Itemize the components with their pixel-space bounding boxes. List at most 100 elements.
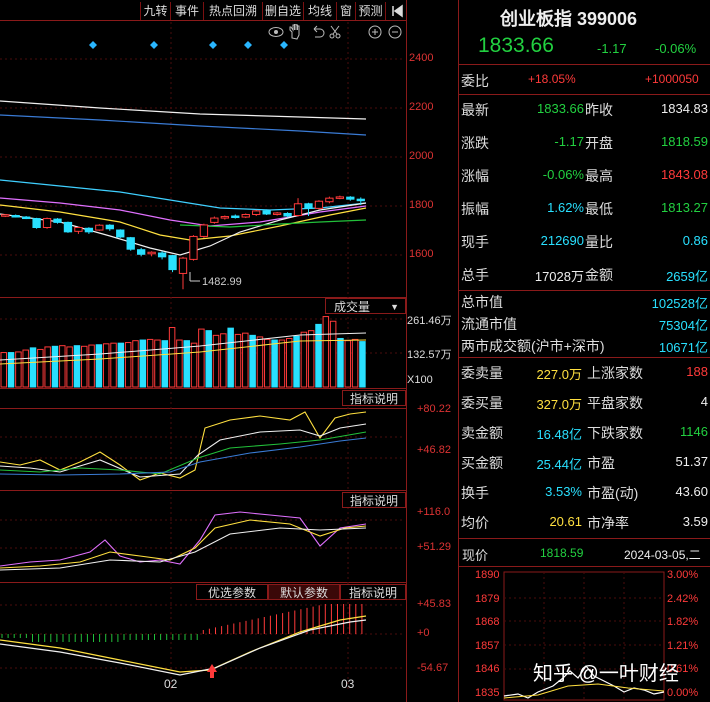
quote-label: 最高	[585, 168, 613, 184]
order-value: 188	[686, 364, 708, 379]
candle-body	[241, 213, 250, 218]
order-value: 3.59	[682, 514, 708, 529]
x-tick: 03	[341, 677, 355, 691]
volume-bar	[117, 342, 125, 388]
candle-body	[220, 216, 229, 219]
volume-bar	[285, 337, 293, 388]
quote-value: -0.06%	[542, 167, 584, 182]
ind3-tick: -54.67	[417, 662, 449, 674]
volume-bar	[190, 342, 198, 388]
volume-bar	[249, 334, 256, 388]
candle-body	[283, 212, 292, 217]
quote-value: 2659亿	[666, 269, 708, 284]
volume-bar	[15, 351, 22, 388]
candle-body	[32, 218, 41, 228]
volume-unit: X100	[407, 374, 433, 386]
optimal-params-button[interactable]: 优选参数	[196, 584, 268, 600]
mini-right-tick: 0.00%	[667, 686, 699, 699]
quote-label: 涨幅	[461, 168, 489, 184]
order-label: 卖金额	[461, 425, 503, 441]
volume-bar	[293, 335, 300, 388]
ind2-tick: +116.0	[417, 506, 451, 518]
price-change: -1.17	[597, 41, 627, 56]
order-value: 227.0万	[536, 367, 582, 382]
chevron-down-icon: ▼	[390, 302, 399, 312]
security-title: 创业板指 399006	[500, 9, 638, 29]
volume-bar	[278, 339, 286, 388]
y-tick: 1600	[409, 248, 434, 260]
indicator2-help-button[interactable]: 指标说明	[342, 492, 406, 508]
ma-line-10	[0, 202, 367, 256]
volume-bar	[307, 330, 315, 388]
market-value-label: 流通市值	[461, 316, 517, 332]
ind2-tick: +51.29	[417, 541, 451, 553]
candle-body	[252, 210, 261, 215]
volume-bar	[154, 339, 161, 388]
quote-value: 1833.66	[537, 101, 584, 116]
volume-bar	[37, 348, 44, 388]
volume-bar	[66, 346, 73, 388]
volume-bar	[227, 327, 234, 388]
order-label: 上涨家数	[587, 365, 643, 381]
order-value: 327.0万	[536, 397, 582, 412]
ma-line-250	[0, 114, 367, 136]
indicator2-lines	[0, 511, 367, 571]
volume-bars	[0, 316, 366, 388]
candle-body	[105, 224, 114, 230]
volume-bar	[81, 345, 88, 388]
order-label: 市盈(动)	[587, 485, 639, 501]
candle-body	[346, 196, 355, 200]
volume-bar	[315, 323, 322, 388]
volume-indicator-select[interactable]: 成交量 ▼	[325, 298, 406, 314]
candle-body	[272, 212, 282, 215]
quote-label: 总手	[461, 267, 489, 283]
quote-label: 振幅	[461, 201, 489, 217]
mini-left-tick: 1846	[475, 663, 500, 675]
candle-body	[11, 215, 20, 218]
volume-bar	[256, 336, 264, 388]
candle-body	[84, 227, 94, 233]
now-price-label: 现价	[462, 548, 489, 563]
y-tick: 2000	[409, 150, 434, 162]
order-value: 4	[700, 394, 708, 409]
candle-body	[21, 216, 31, 220]
volume-tick: 132.57万	[407, 349, 452, 361]
order-label: 委买量	[461, 395, 503, 411]
event-markers[interactable]	[89, 41, 288, 49]
quote-value: 0.86	[682, 233, 708, 248]
order-value: 16.48亿	[536, 427, 582, 442]
candle-body	[53, 218, 62, 223]
order-value: 43.60	[675, 484, 708, 499]
indicator3-help-button[interactable]: 指标说明	[340, 584, 406, 600]
mini-right-tick: 1.21%	[667, 639, 699, 652]
mini-right-tick: 2.42%	[667, 592, 699, 605]
indicator1-help-button[interactable]: 指标说明	[342, 390, 406, 406]
current-price: 1833.66	[478, 34, 554, 57]
volume-bar	[212, 334, 220, 388]
default-params-button[interactable]: 默认参数	[268, 584, 340, 600]
candle-body	[137, 249, 146, 255]
low-price-annotation: 1482.99	[202, 276, 242, 288]
volume-bar	[220, 333, 227, 388]
volume-bar	[337, 337, 344, 388]
candlestick-series	[1, 195, 365, 290]
candle-body	[1, 214, 10, 217]
quote-value: 1.62%	[547, 200, 584, 215]
candle-body	[231, 215, 240, 219]
market-value-label: 总市值	[461, 294, 503, 310]
volume-tick: 261.46万	[407, 315, 452, 327]
weibi-value: +1000050	[645, 72, 699, 86]
volume-bar	[51, 345, 59, 388]
ind3-tick: +45.83	[417, 598, 451, 610]
mini-right-tick: 1.82%	[667, 616, 699, 628]
volume-bar	[161, 340, 169, 388]
order-value: 51.37	[675, 454, 708, 469]
candle-body	[314, 200, 324, 209]
volume-bar	[146, 338, 154, 388]
quote-value: 17028万	[534, 269, 584, 284]
quote-label: 涨跌	[461, 135, 489, 151]
candle-body	[168, 255, 177, 271]
market-value: 102528亿	[651, 296, 708, 311]
candle-body	[325, 197, 334, 203]
candle-body	[42, 218, 52, 228]
